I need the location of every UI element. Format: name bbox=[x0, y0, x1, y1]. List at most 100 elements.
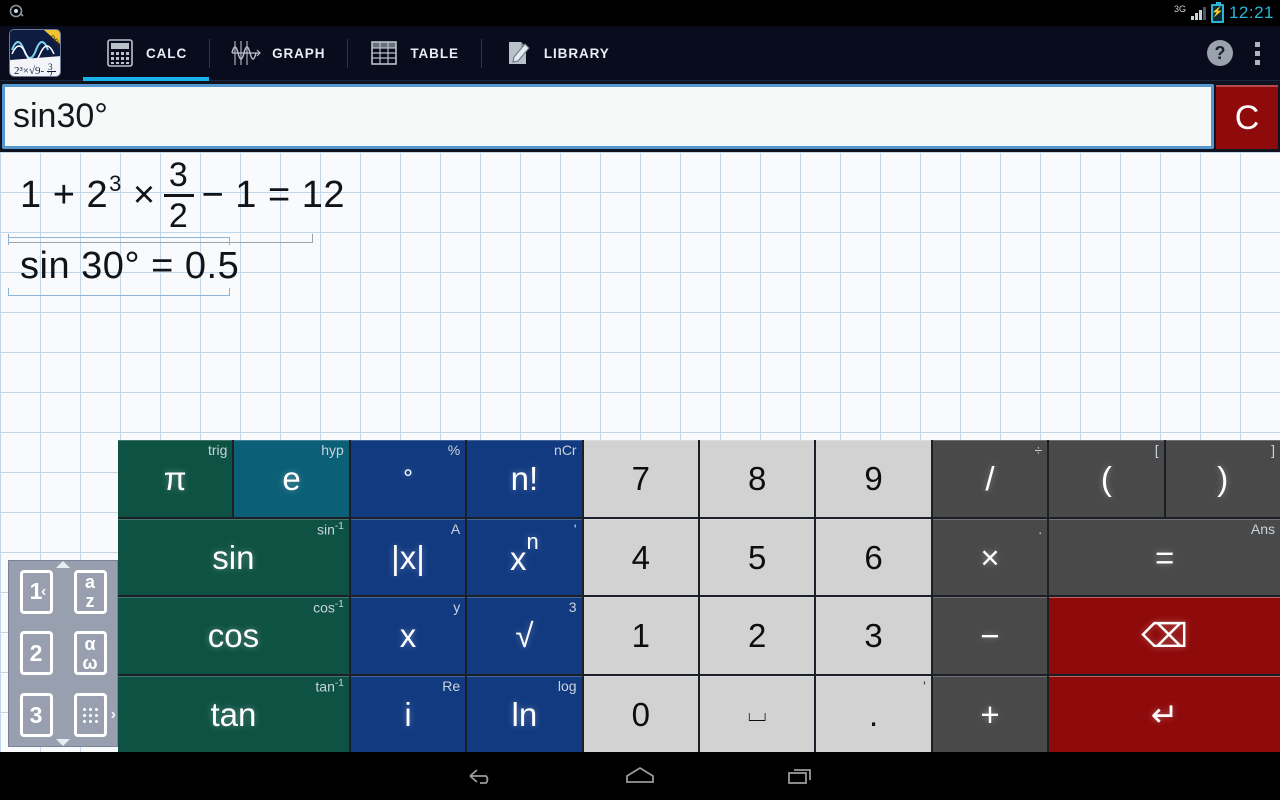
network-type-label: 3G bbox=[1173, 4, 1186, 14]
key-cos[interactable]: cos-1 cos bbox=[118, 597, 349, 674]
chevron-right-icon[interactable]: › bbox=[111, 706, 116, 724]
key-corner-label: 3 bbox=[568, 599, 577, 615]
key-3[interactable]: 3 bbox=[816, 597, 931, 674]
home-icon[interactable] bbox=[620, 759, 660, 793]
key-e[interactable]: hyp e bbox=[234, 440, 349, 517]
key-label: tan bbox=[210, 695, 257, 733]
key-ln[interactable]: log ln bbox=[467, 675, 582, 752]
clear-button[interactable]: C bbox=[1216, 85, 1278, 149]
key-corner-label: nCr bbox=[554, 442, 577, 458]
key-sym[interactable]: + bbox=[932, 675, 1048, 752]
key-sym[interactable]: ↵ bbox=[1049, 675, 1280, 752]
key-i[interactable]: Re i bbox=[350, 675, 466, 752]
key-corner-label: hyp bbox=[321, 442, 344, 458]
key-label: 9 bbox=[864, 460, 883, 498]
key-power[interactable]: ' xn bbox=[467, 518, 582, 595]
main-tabs: CALC GRAPH TABLE LIBRARY bbox=[83, 26, 632, 81]
key-sym[interactable]: 3 √ bbox=[467, 597, 582, 674]
key-label: sin bbox=[212, 538, 255, 576]
tab-graph[interactable]: GRAPH bbox=[209, 26, 347, 81]
app-logo-icon[interactable]: 2³×√9- 3 2 PRO bbox=[9, 29, 61, 77]
back-icon[interactable] bbox=[460, 759, 500, 793]
expr-exponent: 3 bbox=[109, 170, 122, 196]
key-corner-label: % bbox=[447, 442, 461, 458]
key-tan[interactable]: tan-1 tan bbox=[118, 675, 349, 752]
key-label: n! bbox=[510, 460, 539, 498]
keypad-selector-2[interactable]: 2 bbox=[9, 623, 63, 685]
key-2[interactable]: 2 bbox=[700, 597, 815, 674]
key-label: 7 bbox=[631, 460, 650, 498]
key-5[interactable]: 5 bbox=[700, 518, 815, 595]
keypad-selector-greek-label: α ω bbox=[73, 631, 107, 676]
key-n[interactable]: nCr n! bbox=[467, 440, 582, 517]
key-sym[interactable]: Ans = bbox=[1049, 518, 1280, 595]
keypad: trig π hyp e% ° nCr n! 7 8 9 ÷ /[(]) sin-1 sin A |x| ' xn… bbox=[118, 440, 1280, 752]
key-sym[interactable]: ⌫ bbox=[1049, 597, 1280, 674]
key-sym[interactable]: ÷ / bbox=[932, 440, 1048, 517]
key-4[interactable]: 4 bbox=[583, 518, 698, 595]
key-corner-label: . bbox=[1038, 520, 1043, 537]
history-entry-expression: 1 + 2 3 × 3 2− 1 = 12 bbox=[20, 158, 1280, 233]
key-corner-label: ÷ bbox=[1034, 442, 1043, 458]
tab-graph-label: GRAPH bbox=[272, 45, 326, 61]
keypad-selector-greek[interactable]: α ω bbox=[63, 623, 117, 685]
key-sym[interactable]: . × bbox=[932, 518, 1048, 595]
key-1[interactable]: 1 bbox=[583, 597, 698, 674]
az-bottom: z bbox=[85, 591, 95, 612]
history-entry[interactable]: sin 30° = 0.5 bbox=[0, 237, 1280, 296]
table-grid-icon bbox=[369, 38, 399, 68]
keypad-selector-az[interactable]: a z bbox=[63, 561, 117, 623]
key-8[interactable]: 8 bbox=[700, 440, 815, 517]
overflow-menu-icon[interactable] bbox=[1251, 38, 1264, 69]
key-sym[interactable]: ]) bbox=[1165, 440, 1280, 517]
key-sym[interactable]: − bbox=[932, 597, 1048, 674]
key-corner-label: Re bbox=[442, 677, 461, 694]
key-label: ↵ bbox=[1150, 695, 1179, 733]
key-x[interactable]: yx bbox=[350, 597, 466, 674]
key-label: cos bbox=[207, 617, 260, 655]
key-corner-label: ' bbox=[573, 520, 577, 537]
key-sym[interactable]: trig π bbox=[118, 440, 233, 517]
battery-charging-icon: ⚡ bbox=[1210, 1, 1224, 23]
tab-library-label: LIBRARY bbox=[543, 45, 610, 61]
help-icon[interactable]: ? bbox=[1207, 40, 1233, 66]
key-x[interactable]: A |x| bbox=[350, 518, 466, 595]
input-row: sin30° C bbox=[0, 81, 1280, 152]
key-sym[interactable]: '. bbox=[816, 675, 931, 752]
expression-input[interactable]: sin30° bbox=[2, 84, 1214, 149]
key-label: xn bbox=[510, 528, 539, 577]
key-sym[interactable]: % ° bbox=[350, 440, 466, 517]
tab-library[interactable]: LIBRARY bbox=[480, 26, 632, 81]
expr-text: − 1 = 12 bbox=[201, 174, 345, 216]
braille-dots-icon bbox=[73, 693, 107, 738]
key-6[interactable]: 6 bbox=[816, 518, 931, 595]
keypad-selector-1[interactable]: 1 ‹ bbox=[9, 561, 63, 623]
keypad-selector-dots[interactable]: › bbox=[63, 684, 117, 746]
history-entry[interactable]: 1 + 2 3 × 3 2− 1 = 12 bbox=[0, 152, 1280, 243]
recents-icon[interactable] bbox=[780, 759, 820, 793]
tab-calc[interactable]: CALC bbox=[83, 26, 210, 81]
key-corner-label: y bbox=[453, 599, 461, 615]
keypad-selector-scroll-down-icon[interactable] bbox=[56, 739, 70, 746]
key-sym[interactable]: ⌴ bbox=[700, 675, 815, 752]
chevron-left-icon[interactable]: ‹ bbox=[41, 583, 46, 601]
key-0[interactable]: 0 bbox=[583, 675, 698, 752]
key-label: / bbox=[985, 460, 995, 498]
tab-table[interactable]: TABLE bbox=[347, 26, 481, 81]
keypad-selector-3[interactable]: 3 bbox=[9, 684, 63, 746]
android-nav-bar bbox=[0, 752, 1280, 800]
keypad-selector-2-label: 2 bbox=[19, 631, 53, 676]
history-entry-expression: sin 30° = 0.5 bbox=[20, 245, 1280, 288]
key-7[interactable]: 7 bbox=[583, 440, 698, 517]
key-sym[interactable]: [( bbox=[1049, 440, 1164, 517]
selection-bracket-top bbox=[8, 237, 230, 245]
key-corner-label: ] bbox=[1271, 442, 1275, 458]
key-9[interactable]: 9 bbox=[816, 440, 931, 517]
keypad-selector-panel[interactable]: 1 ‹ a z 2 α ω 3 › bbox=[8, 560, 118, 747]
svg-text:2: 2 bbox=[48, 70, 53, 77]
key-label: + bbox=[980, 695, 1000, 733]
expression-input-value: sin30° bbox=[13, 97, 108, 135]
key-sin[interactable]: sin-1 sin bbox=[118, 518, 349, 595]
calculator-icon bbox=[105, 38, 135, 68]
key-label: × bbox=[980, 538, 1000, 576]
